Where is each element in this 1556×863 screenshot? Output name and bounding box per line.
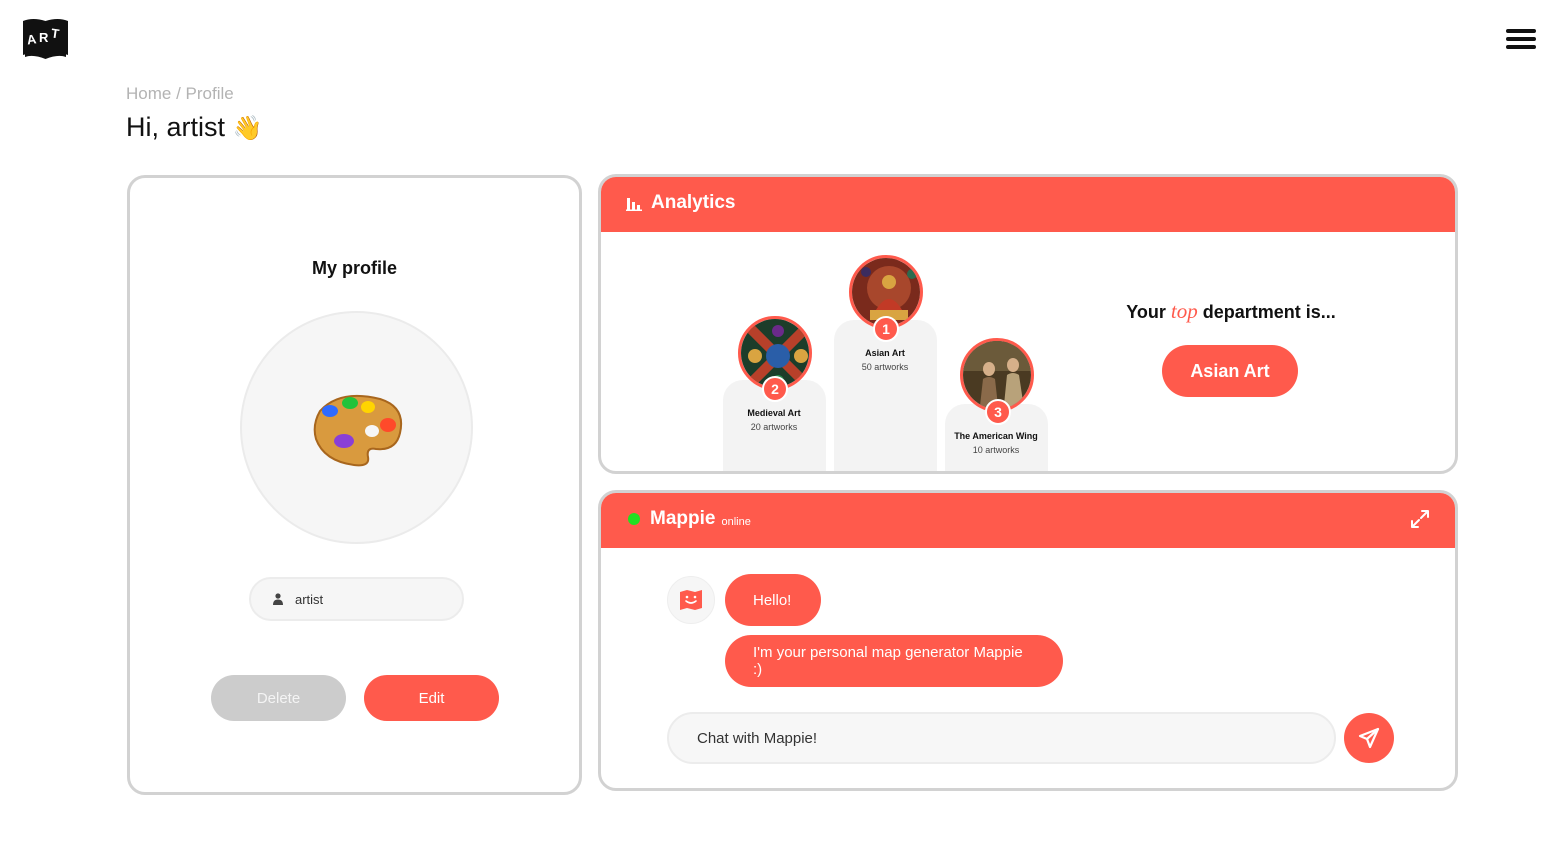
chat-input[interactable] — [667, 712, 1336, 764]
edit-button[interactable]: Edit — [364, 675, 499, 721]
department-count-2: 20 artworks — [750, 422, 798, 432]
chat-bot-name: Mappie — [650, 508, 716, 529]
hamburger-menu-icon[interactable] — [1506, 29, 1536, 51]
podium-rank-1 — [834, 320, 937, 471]
bot-avatar — [667, 576, 715, 624]
delete-button[interactable]: Delete — [211, 675, 346, 721]
page-title: Hi, artist 👋 — [126, 112, 262, 143]
bar-chart-icon — [626, 198, 642, 211]
send-icon — [1358, 727, 1380, 749]
rank-badge-2: 2 — [762, 376, 788, 402]
department-name-1: Asian Art — [865, 348, 905, 358]
chat-message: Hello! — [725, 574, 821, 626]
top-prefix: Your — [1126, 302, 1166, 322]
greeting-text: Hi, artist — [126, 112, 226, 142]
top-suffix: department is... — [1202, 302, 1336, 322]
department-name-3: The American Wing — [954, 431, 1038, 441]
online-status-dot — [628, 513, 640, 525]
waving-hand-icon: 👋 — [232, 115, 263, 142]
department-name-2: Medieval Art — [747, 408, 801, 418]
profile-title: My profile — [311, 258, 397, 278]
expand-icon[interactable] — [1410, 509, 1430, 529]
send-button[interactable] — [1344, 713, 1394, 763]
profile-card: My profile artist Delete Edit — [127, 175, 582, 795]
breadcrumb[interactable]: Home / Profile — [126, 84, 234, 104]
rank-badge-1: 1 — [873, 316, 899, 342]
avatar — [240, 311, 473, 544]
username-field[interactable]: artist — [249, 577, 464, 621]
department-count-3: 10 artworks — [972, 445, 1020, 455]
svg-text:R: R — [39, 30, 49, 45]
map-bot-icon — [680, 590, 702, 610]
art-palette-icon — [313, 394, 402, 467]
top-department-button[interactable]: Asian Art — [1162, 345, 1298, 397]
analytics-card: Analytics 1 Asian Art 50 artworks 2 Medi… — [598, 174, 1458, 474]
chat-card: Mappie online Hello! I'm your personal m… — [598, 490, 1458, 791]
department-count-1: 50 artworks — [861, 362, 909, 372]
rank-badge-3: 3 — [985, 399, 1011, 425]
top-department-text: Your top department is... — [1106, 299, 1356, 324]
user-icon — [273, 593, 283, 605]
book-logo-icon: A R T — [23, 19, 68, 59]
chat-status: online — [721, 516, 751, 528]
chat-message: I'm your personal map generator Mappie :… — [725, 635, 1063, 687]
username-value: artist — [295, 591, 324, 607]
analytics-header: Analytics — [601, 177, 1455, 232]
top-word: top — [1170, 299, 1198, 323]
analytics-title: Analytics — [651, 192, 736, 213]
art-logo[interactable]: A R T — [21, 17, 70, 60]
chat-header: Mappie online — [601, 493, 1455, 548]
